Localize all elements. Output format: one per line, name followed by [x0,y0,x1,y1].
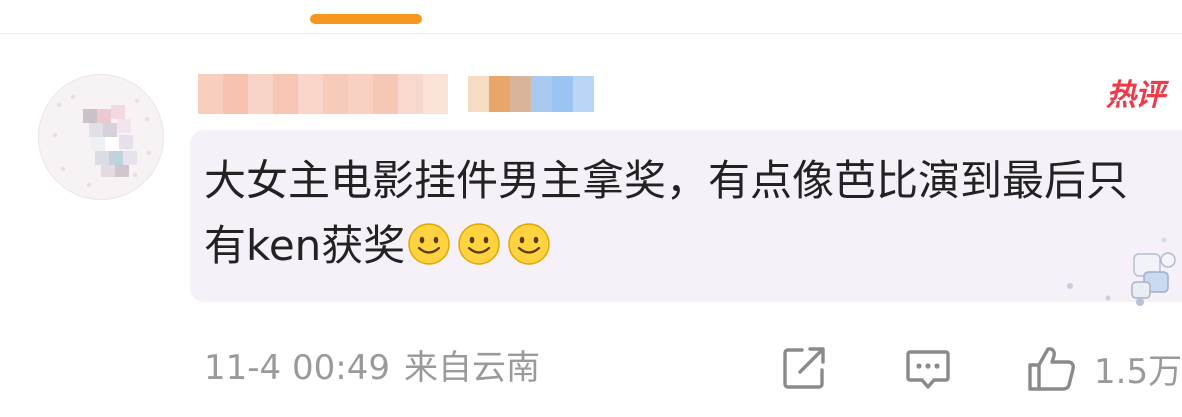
avatar[interactable] [38,74,164,200]
username-blurred[interactable] [198,74,448,114]
smile-emoji-icon [458,223,501,265]
top-divider [0,33,1182,34]
avatar-image [53,95,151,187]
comment-icon [906,350,950,389]
comment-text: 大女主电影挂件男主拿奖，有点像芭比演到最后只有ken获奖 [204,156,1129,270]
comment-meta: 11-4 00:49 来自云南 [204,346,540,390]
comment-card: 热评 大女主电影挂件男主拿奖，有点像芭比演到最后只有ken获奖 11-4 00:… [0,0,1182,417]
user-badges-blurred [468,76,594,112]
share-icon [783,347,825,389]
decorative-sticker-icon [1067,237,1176,306]
comment-timestamp: 11-4 00:49 [204,348,390,388]
share-button[interactable] [780,344,828,392]
comment-location: 来自云南 [403,348,540,388]
smile-emoji-icon [408,223,451,265]
like-count: 1.5万 [1094,351,1182,392]
hot-comment-badge: 热评 [1106,78,1165,113]
active-tab-indicator [310,14,422,24]
like-button[interactable]: 1.5万 [1026,344,1182,392]
smile-emoji-icon [508,223,551,265]
reply-button[interactable] [904,344,952,392]
thumbs-up-icon [1028,347,1075,391]
comment-content[interactable]: 大女主电影挂件男主拿奖，有点像芭比演到最后只有ken获奖 [204,148,1154,278]
emoji-group [407,222,551,266]
